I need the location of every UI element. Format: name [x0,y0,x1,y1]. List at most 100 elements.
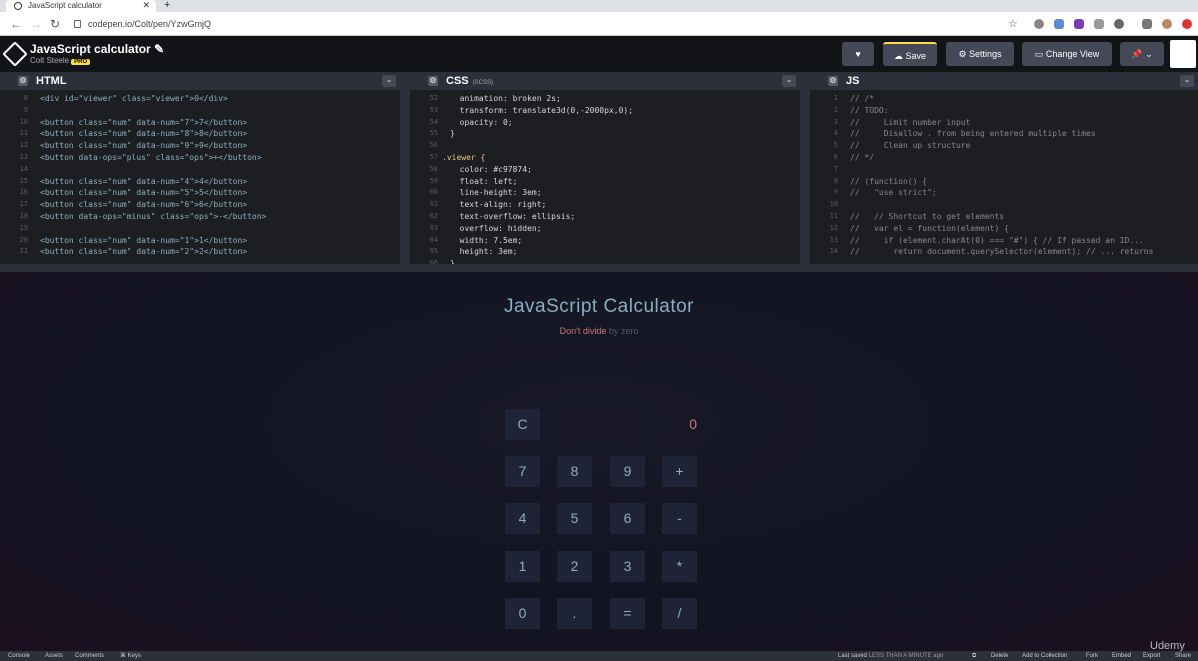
reload-icon[interactable]: ↻ [50,17,60,31]
pen-title[interactable]: JavaScript calculator ✎ [30,42,164,56]
html-code-editor[interactable]: 8 <div id="viewer" class="viewer">0</div>… [0,90,400,256]
editor-area: ⚙ HTML ⌄ 8 <div id="viewer" class="viewer… [0,72,1198,268]
code-line: text-overflow: ellipsis; [450,212,576,221]
browser-tab[interactable]: JavaScript calculator ✕ [6,0,156,12]
chevron-down-icon[interactable]: ⌄ [1180,75,1194,87]
codepen-logo-icon[interactable] [2,41,28,67]
assets-button[interactable]: Assets [45,651,63,661]
user-avatar[interactable] [1170,40,1196,68]
tagline-warning: Don't divide [559,326,607,336]
css-pane-title: CSS [446,75,469,87]
calc-key-times[interactable]: * [662,551,697,582]
chevron-down-icon[interactable]: ⌄ [782,75,796,87]
add-to-collection-button[interactable]: Add to Collection [1022,651,1067,661]
js-editor-pane: ⚙ JS ⌄ 1 // /* 2 // TODO: 3 // Limit number i… [810,72,1198,264]
calc-key-4[interactable]: 4 [505,503,540,534]
css-code-editor[interactable]: 52 animation: broken 2s; 53 transform: tr… [410,90,800,268]
keys-button[interactable]: ⌘ Keys [120,651,141,661]
code-line: overflow: hidden; [450,223,542,233]
calc-key-decimal[interactable]: . [557,598,592,629]
code-line: line-height: 3em; [450,188,542,198]
calc-key-equals[interactable]: = [610,598,645,629]
html-pane-header: ⚙ HTML ⌄ [0,72,400,90]
line-number: 63 [429,223,438,232]
gear-icon[interactable]: ⚙ [428,76,438,86]
code-line: <div id="viewer" class="viewer">0</div> [40,94,228,103]
code-line: // (function() { [850,176,928,186]
open-external-icon[interactable]: ⧉ [972,651,976,661]
line-number: 56 [429,141,438,150]
extension-icon[interactable] [1034,19,1044,29]
calc-key-1[interactable]: 1 [505,551,540,582]
line-number: 3 [833,117,838,126]
code-line: // /* [850,94,875,103]
calc-key-2[interactable]: 2 [557,551,592,582]
line-number: 60 [429,188,438,197]
heart-icon: ♥ [855,49,861,59]
pane-resizer[interactable] [800,72,810,264]
code-line: <button class="num" data-num="9">9</butt… [40,141,248,151]
calc-key-plus[interactable]: + [662,456,697,487]
like-button[interactable]: ♥ [842,42,874,66]
calc-key-9[interactable]: 9 [610,456,645,487]
calc-key-5[interactable]: 5 [557,503,592,534]
export-button[interactable]: Export [1143,651,1160,661]
line-number: 19 [19,223,28,232]
chevron-down-icon: ⌄ [1145,49,1153,59]
extension-icon[interactable] [1054,19,1064,29]
calc-key-minus[interactable]: - [662,503,697,534]
calc-key-3[interactable]: 3 [610,551,645,582]
code-line: // Disallow . from being entered multipl… [850,129,1096,139]
extension-icon[interactable] [1094,19,1104,29]
code-line: <button data-ops="plus" class="ops">+</b… [40,153,262,162]
html-editor-pane: ⚙ HTML ⌄ 8 <div id="viewer" class="viewer… [0,72,400,264]
gear-icon[interactable]: ⚙ [18,76,28,86]
line-number: 2 [833,105,838,114]
code-line: color: #c97874; [450,164,532,174]
comments-button[interactable]: Comments [75,651,104,661]
pin-button[interactable]: 📌 ⌄ [1120,42,1164,66]
line-number: 13 [829,235,838,244]
bookmark-star-icon[interactable]: ☆ [1008,17,1018,30]
code-line: .viewer { [442,153,486,162]
clear-button[interactable]: C [505,409,540,440]
save-button[interactable]: ☁ Save [883,42,937,66]
js-code-editor[interactable]: 1 // /* 2 // TODO: 3 // Limit number input 4 //… [810,90,1198,256]
code-line: // "use strict"; [850,188,937,198]
close-tab-icon[interactable]: ✕ [142,0,150,11]
share-button[interactable]: Share [1175,651,1191,661]
calc-key-8[interactable]: 8 [557,456,592,487]
code-line: // Clean up structure [850,141,971,151]
line-number: 53 [429,105,438,114]
settings-button[interactable]: ⚙ Settings [946,42,1014,66]
line-number: 10 [19,117,28,126]
extension-icon[interactable] [1074,19,1084,29]
embed-button[interactable]: Embed [1112,651,1131,661]
fork-button[interactable]: Fork [1086,651,1098,661]
line-number: 11 [829,212,838,220]
forward-icon[interactable]: → [30,17,42,31]
console-button[interactable]: Console [8,651,30,661]
line-number: 14 [829,247,838,256]
calc-key-6[interactable]: 6 [610,503,645,534]
gear-icon[interactable]: ⚙ [828,76,838,86]
chevron-down-icon[interactable]: ⌄ [382,75,396,87]
pane-resizer[interactable] [400,72,410,264]
calc-key-7[interactable]: 7 [505,456,540,487]
extension-icon[interactable] [1182,19,1192,29]
extension-icon[interactable] [1114,19,1124,29]
code-line: animation: broken 2s; [450,94,561,103]
change-view-button[interactable]: ▭ Change View [1022,42,1112,66]
profile-avatar[interactable] [1162,19,1172,29]
calc-key-0[interactable]: 0 [505,598,540,629]
new-tab-button[interactable]: + [164,0,170,11]
back-icon[interactable]: ← [10,17,22,31]
calc-key-divide[interactable]: / [662,598,697,629]
url-field[interactable]: codepen.io/Colt/pen/YzwGmjQ [70,16,211,32]
pen-author[interactable]: Colt Steele PRO [30,56,91,65]
delete-button[interactable]: Delete [991,651,1008,661]
line-number: 10 [829,200,838,209]
edit-pencil-icon[interactable]: ✎ [154,42,164,56]
extension-icon[interactable] [1142,19,1152,29]
css-pane-header: ⚙ CSS (SCSS) ⌄ [410,72,800,90]
